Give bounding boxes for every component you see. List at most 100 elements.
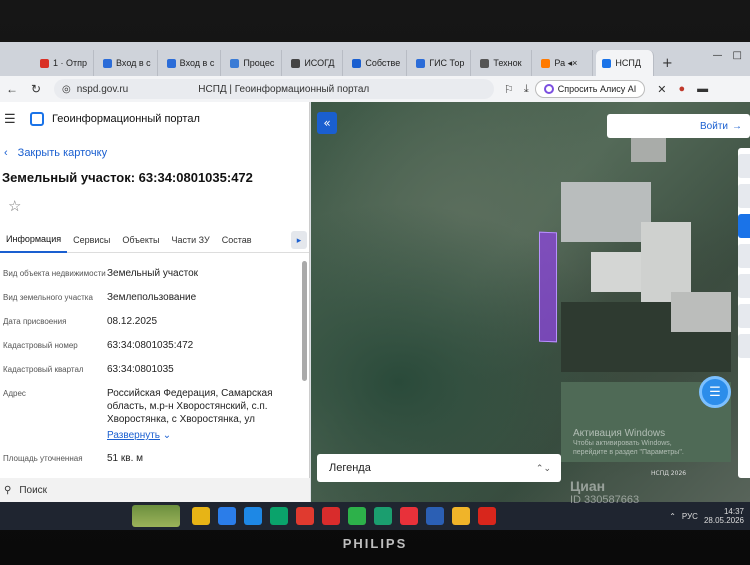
minimize-icon[interactable]: — bbox=[713, 50, 723, 61]
reload-icon[interactable]: ↻ bbox=[24, 82, 48, 96]
tool-button[interactable] bbox=[738, 334, 750, 358]
chevron-up-icon[interactable]: ⌃ bbox=[669, 512, 676, 521]
card-tab[interactable]: Информация bbox=[0, 227, 68, 253]
attribute-value: Земельный участок bbox=[107, 267, 297, 281]
login-button[interactable]: Войти → bbox=[607, 114, 750, 138]
satellite-map[interactable]: « Войти → ☰ Активация Windows Чтобы акти… bbox=[311, 102, 750, 502]
tool-button[interactable] bbox=[738, 154, 750, 178]
card-tab[interactable]: Сервисы bbox=[67, 227, 116, 253]
monitor-brand: PHILIPS bbox=[342, 536, 408, 551]
portal-name: Геоинформационный портал bbox=[52, 113, 200, 125]
maximize-icon[interactable]: □ bbox=[733, 50, 742, 61]
url-text: nspd.gov.ru bbox=[76, 83, 129, 95]
attribute-value: 63:34:0801035 bbox=[107, 363, 297, 377]
card-tab[interactable]: Объекты bbox=[116, 227, 165, 253]
browser-tab[interactable]: Процес bbox=[224, 50, 283, 76]
activation-title: Активация Windows bbox=[573, 428, 666, 439]
tab-label: Вход в с bbox=[179, 58, 215, 68]
taskbar-app-icon[interactable] bbox=[244, 507, 262, 525]
menu-icon[interactable]: ▬ bbox=[697, 83, 708, 95]
tab-label: НСПД bbox=[615, 58, 641, 68]
tab-favicon-icon bbox=[166, 58, 176, 68]
lock-icon: ◎ bbox=[62, 83, 71, 95]
browser-tab[interactable]: Ра ◂× bbox=[535, 50, 594, 76]
new-tab-button[interactable]: + bbox=[657, 50, 677, 76]
attribute-label: Дата присвоения bbox=[3, 317, 67, 326]
map-toolbar bbox=[738, 148, 750, 478]
browser-tab[interactable]: Собстве bbox=[346, 50, 408, 76]
taskbar-app-icon[interactable] bbox=[478, 507, 496, 525]
taskbar-app-icon[interactable] bbox=[400, 507, 418, 525]
taskbar-app-icon[interactable] bbox=[270, 507, 288, 525]
page-title: НСПД | Геоинформационный портал bbox=[198, 83, 370, 95]
map-attribution: НСПД 2026 bbox=[651, 470, 687, 477]
attribute-row: Кадастровый квартал 63:34:0801035 bbox=[0, 357, 309, 381]
taskbar-app-icon[interactable] bbox=[218, 507, 236, 525]
taskbar-app-icon[interactable] bbox=[322, 507, 340, 525]
attribute-row: Дата присвоения 08.12.2025 bbox=[0, 309, 309, 333]
browser-tab[interactable]: ГИС Тор bbox=[410, 50, 472, 76]
browser-tab[interactable]: Вход в с bbox=[97, 50, 158, 76]
tool-button[interactable] bbox=[738, 244, 750, 268]
attribute-label: Кадастровый номер bbox=[3, 341, 78, 350]
attribute-label: Вид земельного участка bbox=[3, 293, 93, 302]
browser-tab[interactable]: Вход в с bbox=[161, 50, 222, 76]
tool-button[interactable] bbox=[738, 304, 750, 328]
land-parcel-highlight[interactable] bbox=[539, 231, 557, 343]
tab-label: Вход в с bbox=[116, 58, 151, 68]
card-title: Земельный участок: 63:34:0801035:472 bbox=[2, 170, 253, 185]
attribute-row: Вид земельного участка Землепользование bbox=[0, 285, 309, 309]
card-tab[interactable]: Состав bbox=[216, 227, 258, 253]
download-icon[interactable]: ⤓ bbox=[524, 83, 529, 96]
browser-tab[interactable]: Технок bbox=[474, 50, 533, 76]
card-tabs: Информация Сервисы Объекты Части ЗУ Состав ▸ bbox=[0, 227, 309, 253]
profile-icon[interactable]: ● bbox=[678, 83, 685, 95]
tab-label: Собстве bbox=[365, 58, 401, 68]
tab-favicon-icon bbox=[416, 58, 426, 68]
tab-favicon-icon bbox=[103, 58, 113, 68]
collapse-panel-button[interactable]: « bbox=[317, 112, 337, 134]
attribute-value: 51 кв. м bbox=[107, 452, 297, 466]
object-card-panel: ☰ Геоинформационный портал ‹ Закрыть кар… bbox=[0, 102, 310, 502]
browser-tab[interactable]: 1 · Отпр bbox=[34, 50, 95, 76]
panel-scrollbar[interactable] bbox=[302, 261, 307, 381]
tab-favicon-icon bbox=[40, 58, 49, 68]
tabs-scroll-right-icon[interactable]: ▸ bbox=[291, 231, 307, 249]
taskbar-app-icon[interactable] bbox=[348, 507, 366, 525]
alice-button[interactable]: Спросить Алису AI bbox=[534, 80, 646, 98]
chat-icon[interactable]: ☰ bbox=[699, 376, 731, 408]
extension-icon[interactable]: ✕ bbox=[657, 83, 666, 96]
taskbar-search[interactable]: ⚲ Поиск bbox=[0, 478, 310, 502]
hamburger-icon[interactable]: ☰ bbox=[4, 111, 18, 127]
alice-icon bbox=[543, 84, 554, 94]
expand-link[interactable]: Развернуть ⌄ bbox=[107, 429, 297, 442]
back-icon[interactable]: ← bbox=[0, 82, 24, 96]
browser-tab[interactable]: ИСОГД bbox=[285, 50, 344, 76]
tab-favicon-icon bbox=[541, 58, 551, 68]
tab-favicon-icon bbox=[291, 58, 301, 68]
bookmark-icon[interactable]: ⚐ bbox=[504, 83, 514, 96]
taskbar-app-icon[interactable] bbox=[426, 507, 444, 525]
taskbar-app-icon[interactable] bbox=[192, 507, 210, 525]
url-field[interactable]: ◎ nspd.gov.ru НСПД | Геоинформационный п… bbox=[54, 79, 494, 99]
weather-widget[interactable] bbox=[132, 505, 180, 527]
expand-label: Развернуть bbox=[107, 430, 161, 441]
browser-tab[interactable]: НСПД bbox=[596, 50, 655, 76]
card-tab[interactable]: Части ЗУ bbox=[166, 227, 216, 253]
star-icon[interactable]: ☆ bbox=[0, 197, 309, 217]
browser-tabbar: 1 · Отпр Вход в с Вход в с Процес ИСОГД Собст… bbox=[0, 42, 750, 76]
attribute-value: 63:34:0801035:472 bbox=[107, 339, 297, 353]
clock[interactable]: 14:37 28.05.2026 bbox=[704, 507, 744, 525]
tool-button-active[interactable] bbox=[738, 214, 750, 238]
tool-button[interactable] bbox=[738, 184, 750, 208]
taskbar-app-icon[interactable] bbox=[296, 507, 314, 525]
tool-button[interactable] bbox=[738, 274, 750, 298]
legend-dropdown[interactable]: Легенда ⌃⌄ bbox=[317, 454, 561, 482]
taskbar-app-icon[interactable] bbox=[452, 507, 470, 525]
system-tray: ⌃ РУС 14:37 28.05.2026 bbox=[669, 507, 744, 525]
attribute-value-text: 63:34:0801035:472 bbox=[107, 340, 194, 351]
taskbar-app-icon[interactable] bbox=[374, 507, 392, 525]
lang-indicator[interactable]: РУС bbox=[682, 512, 698, 521]
close-card-link[interactable]: ‹ Закрыть карточку bbox=[0, 144, 309, 162]
panel-header: ☰ Геоинформационный портал bbox=[0, 102, 309, 136]
